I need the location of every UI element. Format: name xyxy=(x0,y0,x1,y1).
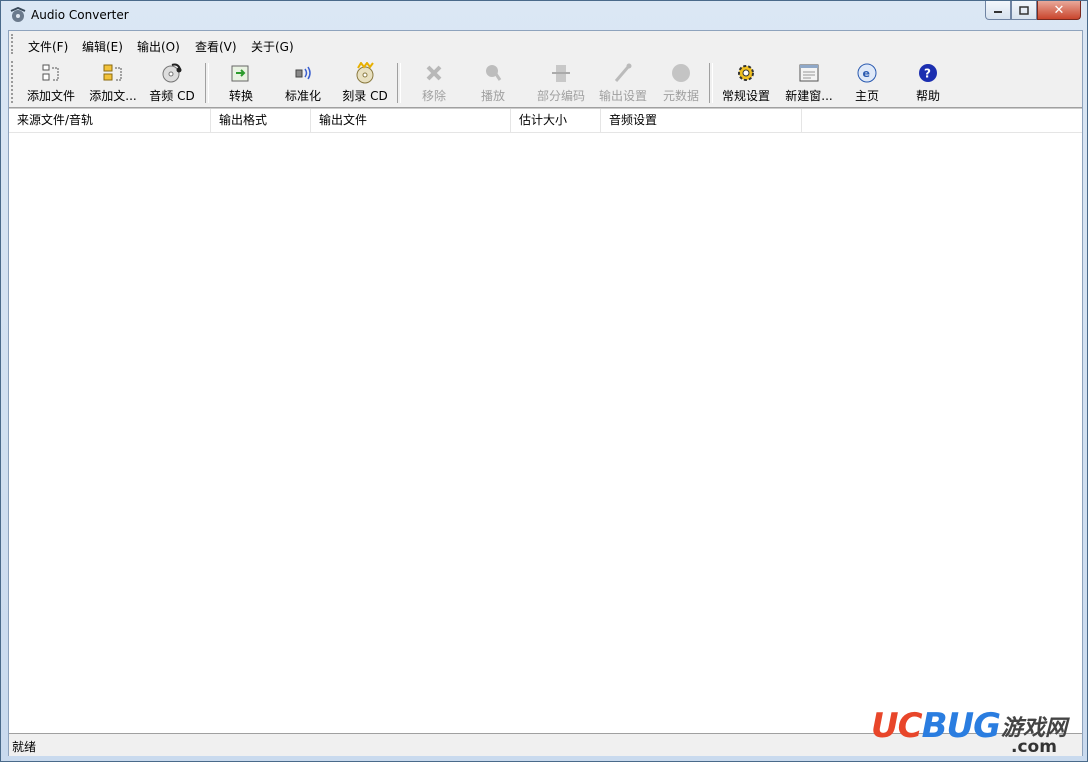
burn-cd-label: 刻录 CD xyxy=(342,89,388,103)
close-icon: ✕ xyxy=(1053,2,1065,18)
partial-encode-icon xyxy=(552,65,570,82)
normalize-button[interactable]: 标准化 xyxy=(279,60,327,104)
window-title: Audio Converter xyxy=(31,8,129,22)
client-area: 文件(F) 编辑(E) 输出(O) 查看(V) 关于(G) 添加文件 添加文.. xyxy=(8,30,1083,756)
convert-button[interactable]: 转换 xyxy=(221,60,261,104)
help-label: 帮助 xyxy=(915,89,940,103)
new-window-icon xyxy=(799,64,819,82)
normalize-label: 标准化 xyxy=(284,89,321,103)
menubar-grip[interactable] xyxy=(11,34,16,54)
toolbar-separator xyxy=(205,63,209,103)
file-list[interactable]: 来源文件/音轨 输出格式 输出文件 估计大小 音频设置 xyxy=(9,108,1082,733)
homepage-label: 主页 xyxy=(854,89,879,103)
minimize-icon xyxy=(994,11,1002,13)
partial-encode-button[interactable]: 部分编码 xyxy=(535,60,587,104)
column-output-file[interactable]: 输出文件 xyxy=(311,109,511,132)
metadata-button[interactable]: 元数据 xyxy=(661,60,701,104)
column-source[interactable]: 来源文件/音轨 xyxy=(9,109,211,132)
help-button[interactable]: ? 帮助 xyxy=(913,60,943,104)
watermark-domain: .com xyxy=(1011,737,1057,757)
play-button[interactable]: 播放 xyxy=(476,60,510,104)
audio-cd-icon xyxy=(162,63,182,83)
add-folder-button[interactable]: 添加文... xyxy=(87,60,139,104)
menu-output[interactable]: 输出(O) xyxy=(137,38,180,55)
column-audio-settings[interactable]: 音频设置 xyxy=(601,109,802,132)
maximize-button[interactable] xyxy=(1011,1,1037,20)
menu-view[interactable]: 查看(V) xyxy=(195,38,237,55)
new-window-label: 新建窗... xyxy=(785,89,833,103)
add-file-button[interactable]: 添加文件 xyxy=(24,60,78,104)
burn-cd-icon xyxy=(356,62,374,84)
metadata-icon xyxy=(672,64,690,82)
add-folder-label: 添加文... xyxy=(89,89,137,103)
app-window: Audio Converter ✕ 文件(F) 编辑(E) 输出(O) 查看(V… xyxy=(0,0,1088,762)
convert-label: 转换 xyxy=(228,89,253,103)
audio-cd-label: 音频 CD xyxy=(149,89,195,103)
add-file-label: 添加文件 xyxy=(26,89,75,103)
watermark-brand: UCBUG xyxy=(871,706,1001,746)
app-icon xyxy=(10,7,26,22)
homepage-button[interactable]: e 主页 xyxy=(852,60,882,104)
homepage-icon: e xyxy=(857,63,877,83)
close-button[interactable]: ✕ xyxy=(1037,1,1081,20)
status-text: 就绪 xyxy=(12,740,37,754)
menu-about[interactable]: 关于(G) xyxy=(251,38,294,55)
play-label: 播放 xyxy=(480,89,505,103)
output-settings-label: 输出设置 xyxy=(598,89,647,103)
watermark-logo: UCBUG 游戏网 .com xyxy=(871,706,1081,758)
audio-cd-button[interactable]: 音频 CD xyxy=(147,60,197,104)
toolbar-grip[interactable] xyxy=(11,61,16,103)
general-settings-icon xyxy=(738,65,754,81)
help-icon: ? xyxy=(919,64,937,82)
maximize-icon xyxy=(1019,5,1029,15)
convert-icon xyxy=(231,65,249,82)
output-settings-icon xyxy=(614,63,632,82)
svg-text:?: ? xyxy=(924,67,931,81)
remove-icon xyxy=(426,65,442,81)
toolbar: 添加文件 添加文... 音频 CD 转换 标准化 刻录 CD 移除 播放 部分编… xyxy=(9,57,1082,108)
list-header: 来源文件/音轨 输出格式 输出文件 估计大小 音频设置 xyxy=(9,109,1082,133)
menu-bar: 文件(F) 编辑(E) 输出(O) 查看(V) 关于(G) xyxy=(9,31,1082,57)
play-icon xyxy=(486,65,502,81)
svg-text:e: e xyxy=(863,67,870,80)
remove-label: 移除 xyxy=(421,89,446,103)
toolbar-separator xyxy=(709,63,713,103)
column-output-format[interactable]: 输出格式 xyxy=(211,109,311,132)
output-settings-button[interactable]: 输出设置 xyxy=(597,60,649,104)
partial-encode-label: 部分编码 xyxy=(536,89,585,103)
menu-file[interactable]: 文件(F) xyxy=(28,38,68,55)
menu-edit[interactable]: 编辑(E) xyxy=(82,38,123,55)
remove-button[interactable]: 移除 xyxy=(417,60,451,104)
general-settings-label: 常规设置 xyxy=(721,89,770,103)
metadata-label: 元数据 xyxy=(662,89,699,103)
new-window-button[interactable]: 新建窗... xyxy=(784,60,834,104)
general-settings-button[interactable]: 常规设置 xyxy=(720,60,772,104)
toolbar-separator xyxy=(397,63,401,103)
burn-cd-button[interactable]: 刻录 CD xyxy=(337,60,393,104)
add-file-icon xyxy=(42,64,59,81)
minimize-button[interactable] xyxy=(985,1,1011,20)
title-bar[interactable]: Audio Converter ✕ xyxy=(1,1,1087,30)
normalize-icon xyxy=(295,66,311,80)
add-folder-icon xyxy=(103,64,122,81)
column-estimated-size[interactable]: 估计大小 xyxy=(511,109,601,132)
